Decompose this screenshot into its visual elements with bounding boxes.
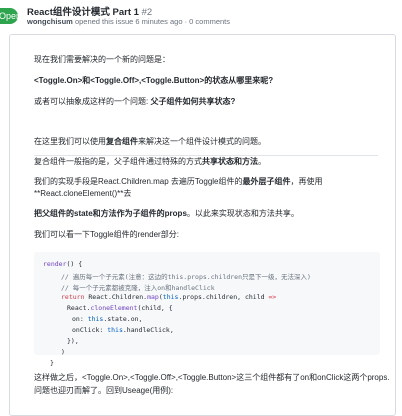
paragraph-8-text: 。以此来实现状态和方法共享。 xyxy=(186,209,299,218)
code-line-1: render() { xyxy=(43,260,82,268)
paragraph-10: 这样做之后，<Toggle.On>,<Toggle.Off>,<Toggle.B… xyxy=(34,373,390,382)
paragraph-4-text: 在这里我们可以使用 xyxy=(34,137,106,146)
code-this-kw: this xyxy=(162,293,179,301)
code-line-4-c: .props.children, child xyxy=(178,293,269,301)
paragraph-4: 在这里我们可以使用复合组件来解决这一个组件设计模式的问题。 xyxy=(34,136,266,147)
code-line-6-b: .state.on, xyxy=(103,315,143,323)
code-line-8: }), xyxy=(67,337,79,345)
paragraph-3: 或者可以抽象成这样的一个问题: 父子组件如何共享状态? xyxy=(34,96,235,107)
issue-state-badge: Open xyxy=(0,8,18,24)
paragraph-6: 我们的实现手段是React.Children.map 去遍历Toggle组件的最… xyxy=(34,176,323,187)
paragraph-3-bold: 父子组件如何共享状态? xyxy=(150,97,236,106)
code-line-3-comment: // 每一个子元素都被克隆，注入on和handleClick xyxy=(61,284,215,292)
code-line-7: onClick: this.handleClick, xyxy=(72,326,174,334)
paragraph-4-bold: 复合组件 xyxy=(106,137,138,146)
paragraph-9: 我们可以看一下Toggle组件的render部分: xyxy=(34,230,179,239)
code-line-1-rest: () { xyxy=(66,260,83,268)
paragraph-8: 把父组件的state和方法作为子组件的props。以此来实现状态和方法共享。 xyxy=(34,208,299,219)
code-return-kw: return xyxy=(61,293,85,301)
paragraph-6-text: 我们的实现手段是React.Children.map 去遍历Toggle组件的 xyxy=(34,177,243,186)
paragraph-1: 现在我们需要解决的一个新的问题是： xyxy=(34,55,170,64)
paragraph-6-bold: 最外层子组件 xyxy=(242,177,291,186)
issue-meta: wongchisum opened this issue 6 minutes a… xyxy=(27,17,230,26)
code-line-4: return React.Children.map(this.props.chi… xyxy=(61,293,276,301)
code-line-7-b: .handleClick, xyxy=(122,326,174,334)
code-this-kw: this xyxy=(107,326,123,334)
code-line-4-a: React.Children. xyxy=(84,293,148,301)
paragraph-2: <Toggle.On>和<Toggle.Off>,<Toggle.Button>… xyxy=(34,75,273,86)
issue-author-link[interactable]: wongchisum xyxy=(27,17,73,26)
code-block: render() { // 遍历每一个子元素(注意：这边的this.props.… xyxy=(34,252,380,367)
code-render-fn: render xyxy=(43,260,67,268)
code-map-fn: map xyxy=(147,293,159,301)
paragraph-5-text: 复合组件一般指的是，父子组件通过特殊的方式 xyxy=(34,157,202,166)
paragraph-6-suffix: ，再使用 xyxy=(290,177,323,186)
code-line-5: React.cloneElement(child, { xyxy=(67,304,173,312)
code-this-kw: this xyxy=(87,315,104,323)
code-line-10: } xyxy=(50,359,54,367)
issue-header: Open React组件设计模式 Part 1 #2 wongchisum op… xyxy=(0,0,402,30)
issue-title: React组件设计模式 Part 1 #2 xyxy=(27,4,152,18)
paragraph-11: 问题也迎刃而解了。回到Useage(用例): xyxy=(34,386,174,395)
paragraph-3-text: 或者可以抽象成这样的一个问题: xyxy=(34,97,151,106)
code-line-6-a: on: xyxy=(72,315,88,323)
code-line-6: on: this.state.on, xyxy=(72,315,142,323)
code-cloneelement-fn: cloneElement xyxy=(90,304,138,312)
paragraph-2-bold: <Toggle.On>和<Toggle.Off>,<Toggle.Button>… xyxy=(34,76,274,85)
comment-body: 现在我们需要解决的一个新的问题是： <Toggle.On>和<Toggle.Of… xyxy=(9,34,396,416)
code-line-2-comment: // 遍历每一个子元素(注意：这边的this.props.children只是下… xyxy=(61,273,311,281)
code-line-7-a: onClick: xyxy=(72,326,108,334)
paragraph-5-suffix: 。 xyxy=(258,157,266,166)
code-line-9: ) xyxy=(61,348,65,356)
code-arrow-op: => xyxy=(268,293,277,301)
paragraph-7: **React.cloneElement()**去 xyxy=(34,189,132,198)
paragraph-4-suffix: 来解决这一个组件设计模式的问题。 xyxy=(138,137,266,146)
code-line-5-a: React. xyxy=(67,304,91,312)
paragraph-5: 复合组件一般指的是，父子组件通过特殊的方式共享状态和方法。 xyxy=(34,156,266,167)
issue-meta-text: opened this issue 6 minutes ago · 0 comm… xyxy=(74,17,231,26)
paragraph-8-bold: 把父组件的state和方法作为子组件的props xyxy=(34,209,187,218)
code-line-5-b: (child, { xyxy=(137,304,173,312)
paragraph-5-bold: 共享状态和方法 xyxy=(202,157,258,166)
